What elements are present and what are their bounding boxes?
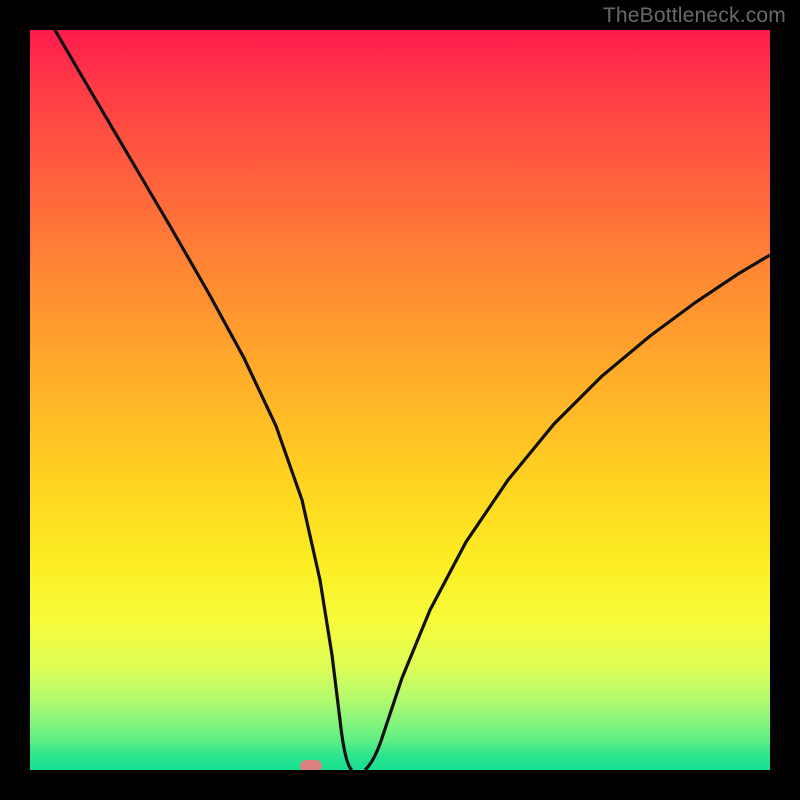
plot-area [30,30,770,770]
watermark-text: TheBottleneck.com [603,4,786,28]
chart-frame: TheBottleneck.com [0,0,800,800]
curve-left-branch [52,30,352,770]
optimum-marker [300,760,322,770]
bottleneck-curve [30,30,770,770]
curve-right-branch [365,255,770,770]
